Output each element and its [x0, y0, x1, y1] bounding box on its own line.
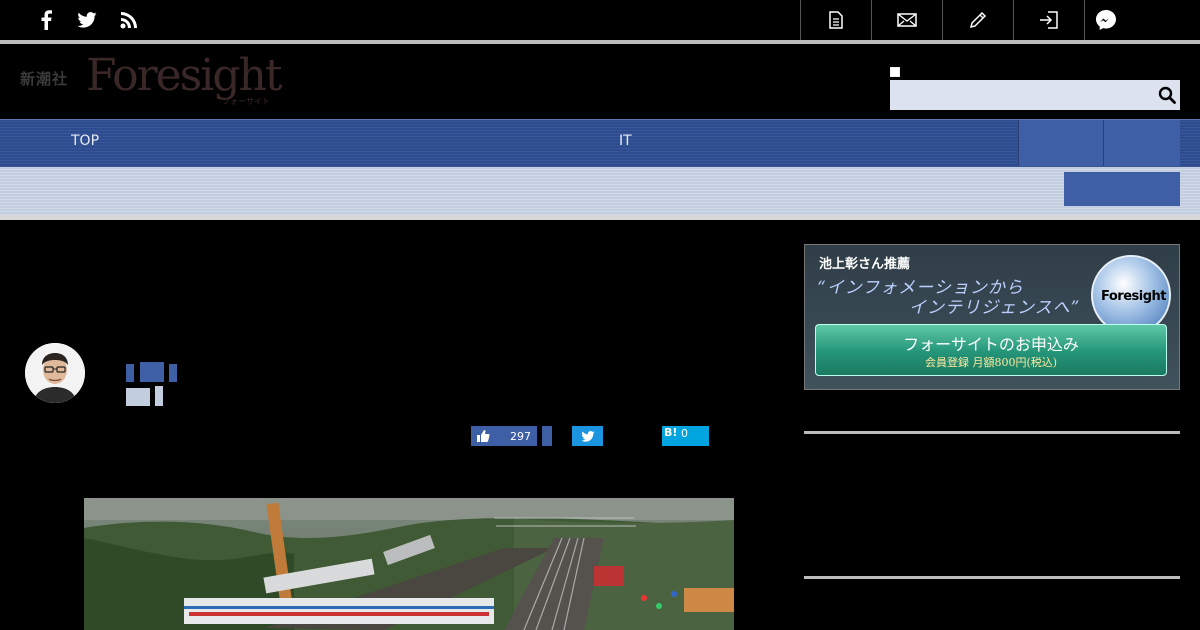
- messenger-icon[interactable]: [1084, 0, 1179, 40]
- author-avatar[interactable]: [25, 343, 85, 403]
- facebook-like-button[interactable]: 297: [471, 426, 537, 446]
- sub-nav-button[interactable]: [1064, 172, 1180, 206]
- author-name-block: [126, 364, 134, 382]
- like-count: 297: [510, 429, 531, 443]
- document-icon[interactable]: [800, 0, 871, 40]
- publisher-logo[interactable]: 新潮社: [20, 68, 68, 89]
- subscribe-banner[interactable]: 池上彰さん推薦 “インフォメーションから インテリジェンスへ” Foresigh…: [804, 244, 1180, 390]
- subscribe-button[interactable]: フォーサイトのお申込み 会員登録 月額800円(税込): [815, 324, 1167, 376]
- hatena-count: 0: [681, 427, 688, 440]
- banner-tagline-2: インテリジェンスへ”: [909, 298, 1081, 318]
- search-option-checkbox[interactable]: [890, 67, 900, 77]
- sidebar-divider: [804, 576, 1180, 579]
- nav-button-1[interactable]: [1018, 120, 1103, 166]
- top-divider: [0, 40, 1200, 44]
- sub-nav-divider: [0, 215, 1200, 220]
- sub-nav: [0, 167, 1200, 215]
- author-title-block: [126, 388, 150, 406]
- article-photo: [84, 498, 734, 630]
- hatena-bookmark-button[interactable]: B! 0: [662, 426, 709, 446]
- twitter-share-button[interactable]: [572, 426, 603, 446]
- site-logo-subtitle: フォーサイト: [222, 97, 270, 106]
- mail-icon[interactable]: [871, 0, 942, 40]
- thumbs-up-icon: [477, 430, 490, 442]
- author-name-block: [169, 364, 177, 382]
- search-icon: [1158, 86, 1176, 104]
- pencil-icon[interactable]: [942, 0, 1013, 40]
- facebook-icon[interactable]: [34, 8, 58, 32]
- nav-item-top[interactable]: TOP: [71, 133, 99, 149]
- twitter-icon[interactable]: [75, 8, 99, 32]
- hatena-label: B!: [664, 426, 678, 439]
- site-logo[interactable]: Foresight: [86, 50, 283, 102]
- search-button[interactable]: [1154, 80, 1180, 110]
- nav-button-2[interactable]: [1103, 120, 1180, 166]
- nav-item-it[interactable]: IT: [619, 133, 632, 149]
- subscribe-button-label: フォーサイトのお申込み: [903, 335, 1079, 354]
- author-name-block: [140, 362, 164, 382]
- search-input[interactable]: [890, 80, 1154, 110]
- facebook-share-button[interactable]: [542, 426, 552, 446]
- rss-icon[interactable]: [117, 8, 141, 32]
- subscribe-button-price: 会員登録 月額800円(税込): [924, 356, 1058, 369]
- banner-endorsement: 池上彰さん推薦: [819, 257, 911, 272]
- banner-logo-text: Foresight: [1101, 289, 1166, 304]
- login-icon[interactable]: [1013, 0, 1084, 40]
- sidebar-divider: [804, 431, 1180, 434]
- twitter-icon: [580, 430, 595, 442]
- author-title-block: [155, 386, 163, 406]
